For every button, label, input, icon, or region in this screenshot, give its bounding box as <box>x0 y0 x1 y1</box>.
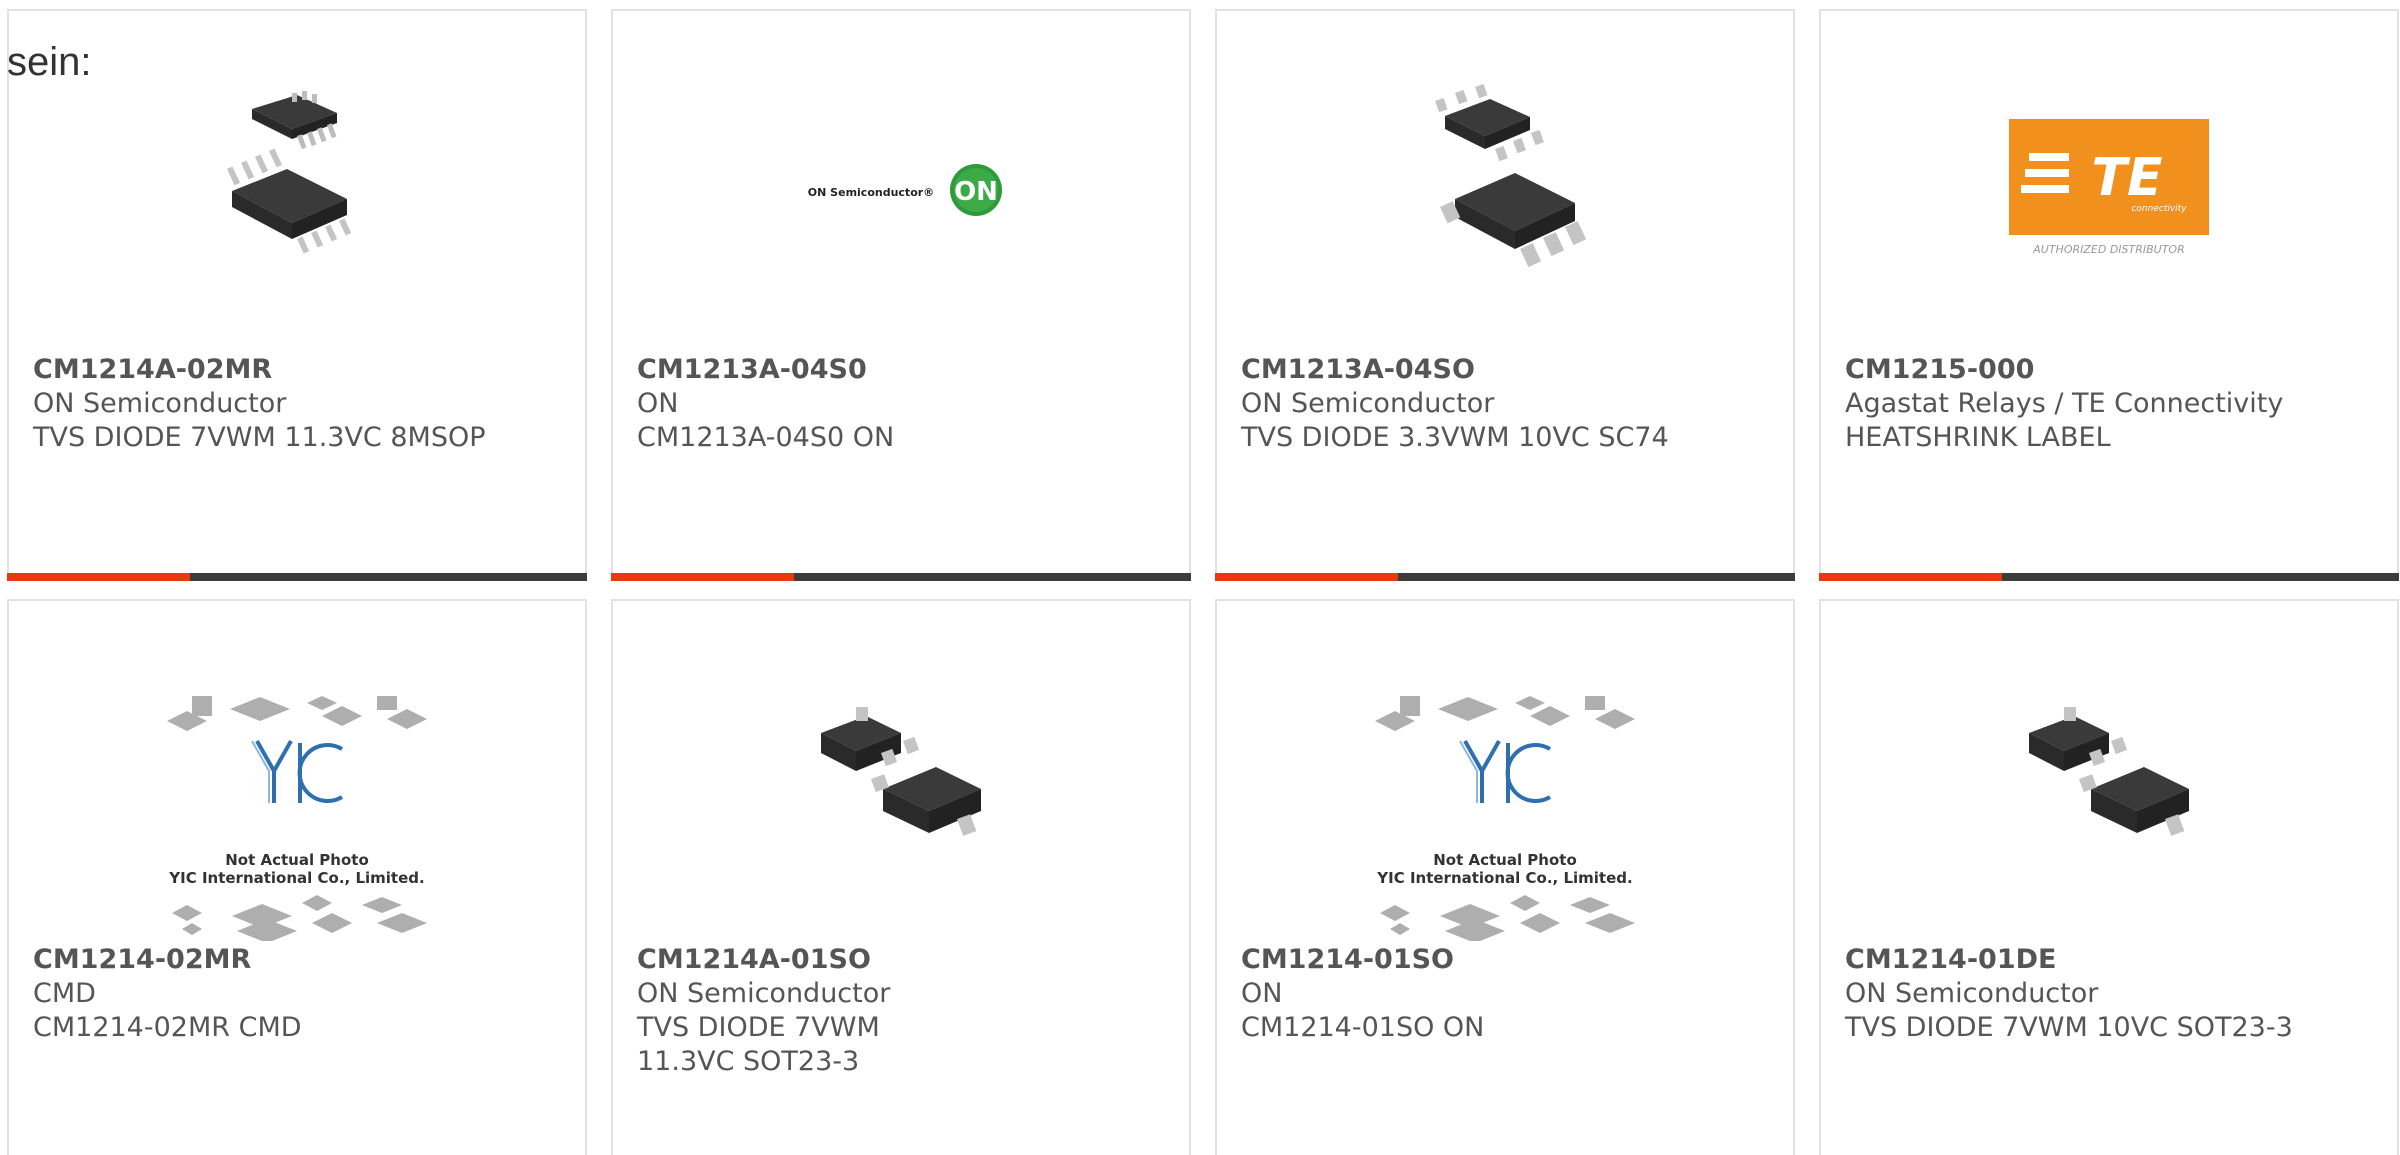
yic-caption-line1: Not Actual Photo <box>225 851 369 869</box>
card-bar-accent <box>7 573 190 581</box>
product-info: CM1214-01DE ON Semiconductor TVS DIODE 7… <box>1845 943 2373 1045</box>
msop8-package-icon <box>197 81 397 281</box>
product-card[interactable]: CM1214-01DE ON Semiconductor TVS DIODE 7… <box>1819 599 2399 1155</box>
part-number[interactable]: CM1214-02MR <box>33 943 561 977</box>
yic-caption-line1: Not Actual Photo <box>1433 851 1577 869</box>
part-number[interactable]: CM1213A-04S0 <box>637 353 1165 387</box>
on-logo-text: ON Semiconductor® <box>808 186 934 199</box>
description: CM1214-02MR CMD <box>33 1012 302 1043</box>
part-number[interactable]: CM1213A-04SO <box>1241 353 1769 387</box>
part-number[interactable]: CM1214-01SO <box>1241 943 1769 977</box>
product-info: CM1213A-04SO ON Semiconductor TVS DIODE … <box>1241 353 1769 455</box>
yic-caption-line2: YIC International Co., Limited. <box>1376 869 1632 887</box>
product-card[interactable]: CM1214A-01SO ON Semiconductor TVS DIODE … <box>611 599 1191 1155</box>
description: TVS DIODE 7VWM 11.3VC SOT23-3 <box>637 1012 880 1077</box>
product-info: CM1215-000 Agastat Relays / TE Connectiv… <box>1845 353 2373 455</box>
card-bar-accent <box>1215 573 1398 581</box>
card-bottom-bar <box>1215 573 1795 581</box>
card-bottom-bar <box>7 573 587 581</box>
product-card[interactable]: TE connectivity AUTHORIZED DISTRIBUTOR C… <box>1819 9 2399 581</box>
manufacturer: CMD <box>33 978 96 1009</box>
te-connectivity-logo: TE connectivity AUTHORIZED DISTRIBUTOR <box>2009 81 2209 281</box>
product-info: CM1214A-01SO ON Semiconductor TVS DIODE … <box>637 943 1165 1079</box>
manufacturer: Agastat Relays / TE Connectivity <box>1845 388 2284 419</box>
on-semiconductor-logo: ON Semiconductor® ON <box>791 81 1011 281</box>
manufacturer: ON <box>637 388 679 419</box>
product-grid-page: sein: CM1214A-02MR ON Semiconductor TVS … <box>0 0 2400 1155</box>
yic-caption-line2: YIC International Co., Limited. <box>168 869 424 887</box>
sot23-package-icon <box>2009 671 2209 871</box>
product-card[interactable]: Not Actual Photo YIC International Co., … <box>1215 599 1795 1155</box>
manufacturer: ON Semiconductor <box>33 388 287 419</box>
card-bar-accent <box>1819 573 2002 581</box>
te-logo-text: TE <box>2092 148 2163 208</box>
card-bottom-bar <box>611 573 1191 581</box>
manufacturer: ON Semiconductor <box>1241 388 1495 419</box>
product-card[interactable]: CM1213A-04SO ON Semiconductor TVS DIODE … <box>1215 9 1795 581</box>
te-logo-sub: connectivity <box>2131 204 2187 214</box>
yic-placeholder-image: Not Actual Photo YIC International Co., … <box>1370 691 1640 943</box>
product-card[interactable]: ON Semiconductor® ON CM1213A-04S0 ON CM1… <box>611 9 1191 581</box>
product-info: CM1214A-02MR ON Semiconductor TVS DIODE … <box>33 353 561 455</box>
product-info: CM1214-01SO ON CM1214-01SO ON <box>1241 943 1769 1045</box>
manufacturer: ON <box>1241 978 1283 1009</box>
description: CM1213A-04S0 ON <box>637 422 895 453</box>
yic-placeholder-image: Not Actual Photo YIC International Co., … <box>162 691 432 943</box>
description: HEATSHRINK LABEL <box>1845 422 2111 453</box>
product-info: CM1213A-04S0 ON CM1213A-04S0 ON <box>637 353 1165 455</box>
product-card[interactable]: Not Actual Photo YIC International Co., … <box>7 599 587 1155</box>
description: CM1214-01SO ON <box>1241 1012 1485 1043</box>
sc74-package-icon <box>1405 81 1605 281</box>
product-info: CM1214-02MR CMD CM1214-02MR CMD <box>33 943 561 1045</box>
product-card[interactable]: CM1214A-02MR ON Semiconductor TVS DIODE … <box>7 9 587 581</box>
description: TVS DIODE 7VWM 10VC SOT23-3 <box>1845 1012 2293 1043</box>
card-bottom-bar <box>1819 573 2399 581</box>
part-number[interactable]: CM1215-000 <box>1845 353 2373 387</box>
description: TVS DIODE 7VWM 11.3VC 8MSOP <box>33 422 486 453</box>
manufacturer: ON Semiconductor <box>1845 978 2099 1009</box>
manufacturer: ON Semiconductor <box>637 978 891 1009</box>
on-logo-badge: ON <box>954 177 998 207</box>
part-number[interactable]: CM1214A-02MR <box>33 353 561 387</box>
description: TVS DIODE 3.3VWM 10VC SC74 <box>1241 422 1669 453</box>
te-logo-caption: AUTHORIZED DISTRIBUTOR <box>2032 243 2185 256</box>
sot23-package-icon <box>801 671 1001 871</box>
part-number[interactable]: CM1214-01DE <box>1845 943 2373 977</box>
intro-text: sein: <box>7 40 92 84</box>
part-number[interactable]: CM1214A-01SO <box>637 943 1165 977</box>
card-bar-accent <box>611 573 794 581</box>
